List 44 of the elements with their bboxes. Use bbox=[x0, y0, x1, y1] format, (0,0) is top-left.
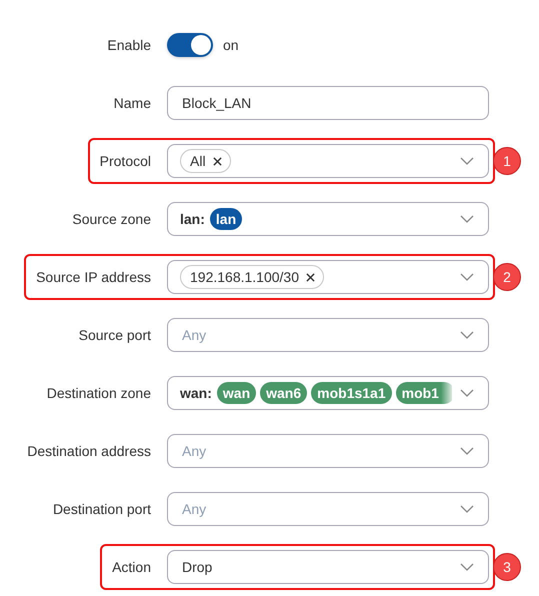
zone-chip: wan6 bbox=[260, 382, 308, 404]
placeholder-text: Any bbox=[181, 501, 206, 517]
callout-badge: 2 bbox=[493, 263, 521, 291]
field-label: Source IP address bbox=[36, 269, 151, 285]
callout-badge: 3 bbox=[493, 553, 521, 581]
placeholder-text: Any bbox=[181, 443, 206, 459]
zone-chip: mob1s1a1 bbox=[311, 382, 392, 404]
field-label: Source port bbox=[78, 327, 151, 343]
chevron-down-icon[interactable] bbox=[460, 273, 474, 281]
chevron-down-icon[interactable] bbox=[460, 563, 474, 571]
chevron-down-icon[interactable] bbox=[460, 157, 474, 165]
field-label: Destination address bbox=[27, 443, 151, 459]
zone-prefix: wan: bbox=[180, 385, 212, 401]
tag-text: 192.168.1.100/30 bbox=[190, 269, 299, 285]
select-field[interactable]: All bbox=[167, 144, 489, 178]
callout-badge: 1 bbox=[493, 147, 521, 175]
toggle-switch[interactable] bbox=[167, 33, 213, 57]
close-icon[interactable] bbox=[306, 272, 315, 282]
close-icon[interactable] bbox=[212, 156, 222, 166]
selected-value: Drop bbox=[181, 559, 212, 575]
select-field[interactable]: wan: wan wan6 mob1s1a1 mob1 bbox=[167, 376, 489, 410]
field-label: Source zone bbox=[72, 211, 151, 227]
field-label: Destination zone bbox=[46, 385, 151, 401]
field-label: Protocol bbox=[100, 153, 151, 169]
chevron-down-icon[interactable] bbox=[460, 505, 474, 513]
tag-text: All bbox=[190, 153, 206, 169]
zone-prefix: lan: bbox=[180, 211, 205, 227]
placeholder-text: Any bbox=[181, 327, 206, 343]
field-label: Action bbox=[112, 559, 151, 575]
zone-chip: wan bbox=[216, 382, 256, 404]
field-label: Enable bbox=[107, 37, 151, 53]
chevron-down-icon[interactable] bbox=[460, 215, 474, 223]
select-field[interactable]: lan: lan bbox=[167, 202, 489, 236]
toggle-state: on bbox=[223, 37, 239, 53]
select-field[interactable]: Drop bbox=[167, 550, 489, 584]
text-field[interactable]: Block_LAN bbox=[167, 86, 489, 120]
zone-chip: mob1 bbox=[396, 382, 452, 404]
field-label: Name bbox=[114, 95, 151, 111]
chevron-down-icon[interactable] bbox=[460, 447, 474, 455]
chevron-down-icon[interactable] bbox=[460, 331, 474, 339]
field-label: Destination port bbox=[52, 501, 151, 517]
select-field[interactable]: 192.168.1.100/30 bbox=[167, 260, 489, 294]
chevron-down-icon[interactable] bbox=[460, 389, 474, 397]
zone-chip: lan bbox=[210, 208, 242, 230]
